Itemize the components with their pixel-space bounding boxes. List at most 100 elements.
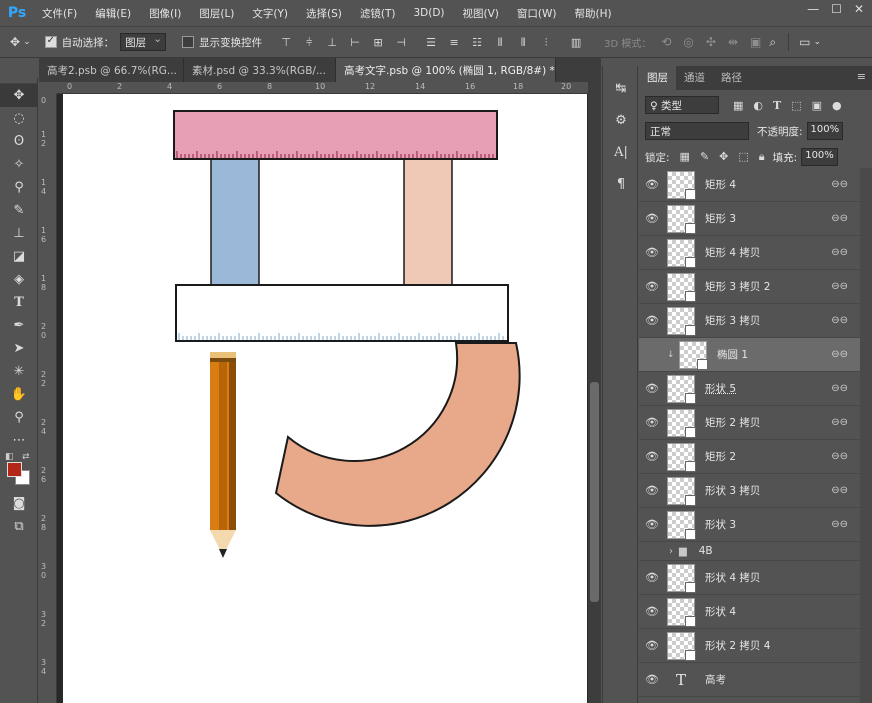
filter-shape-icon[interactable]: ⬚ bbox=[791, 99, 801, 112]
visibility-eye-icon[interactable]: 👁︎ bbox=[639, 280, 665, 293]
distribute-left-icon[interactable]: ⫴ bbox=[494, 36, 506, 49]
arc-shape[interactable] bbox=[274, 342, 521, 527]
paint-bucket-tool-icon[interactable]: ◈ bbox=[0, 268, 38, 291]
visibility-eye-icon[interactable]: 👁︎ bbox=[639, 178, 665, 191]
properties-panel-icon[interactable]: ⚙ bbox=[603, 104, 639, 136]
menu-type[interactable]: 文字(Y) bbox=[252, 6, 288, 21]
quick-mask-icon[interactable]: ◙ bbox=[0, 492, 38, 515]
align-left-icon[interactable]: ⊢ bbox=[349, 36, 361, 49]
lock-all-icon[interactable]: 🔒︎ bbox=[759, 150, 765, 164]
align-right-icon[interactable]: ⊣ bbox=[395, 36, 407, 49]
align-top-icon[interactable]: ⊤ bbox=[280, 36, 292, 49]
layer-row[interactable]: 👁︎ 形状 4 bbox=[639, 595, 860, 629]
ruler-corner[interactable] bbox=[39, 82, 57, 94]
default-colors-icon[interactable]: ◧ bbox=[5, 452, 14, 462]
panel-menu-icon[interactable]: ≡ bbox=[857, 70, 866, 83]
menu-edit[interactable]: 编辑(E) bbox=[95, 6, 131, 21]
doc-tab-sucai[interactable]: 素材.psd @ 33.3%(RGB/...× bbox=[184, 58, 336, 82]
menu-window[interactable]: 窗口(W) bbox=[517, 6, 557, 21]
3d-drag-icon[interactable]: ✣ bbox=[706, 35, 716, 49]
character-panel-icon[interactable]: A| bbox=[603, 136, 639, 168]
fill-input[interactable]: 100% bbox=[801, 148, 838, 166]
right-post-shape[interactable] bbox=[403, 157, 453, 287]
visibility-eye-icon[interactable]: 👁︎ bbox=[639, 571, 665, 584]
maximize-button[interactable]: ☐ bbox=[831, 2, 842, 16]
3d-rotate-icon[interactable]: ⟲ bbox=[661, 35, 671, 49]
layer-row[interactable]: 👁︎ 矩形 3 ⊖⊖ bbox=[639, 202, 860, 236]
blend-mode-select[interactable]: 正常 bbox=[645, 122, 749, 140]
horizontal-ruler[interactable]: 0 2 4 6 8 10 12 14 16 18 20 bbox=[57, 82, 588, 94]
lock-artboard-icon[interactable]: ⬚ bbox=[738, 150, 748, 164]
workspace-dropdown-icon[interactable]: ⌄ bbox=[813, 37, 821, 47]
top-ruler-shape[interactable] bbox=[173, 110, 498, 160]
filter-pixel-icon[interactable]: ▦ bbox=[733, 99, 743, 112]
visibility-eye-icon[interactable]: 👁︎ bbox=[639, 484, 665, 497]
visibility-eye-icon[interactable]: 👁︎ bbox=[639, 639, 665, 652]
canvas-vertical-scrollbar[interactable] bbox=[588, 82, 601, 703]
layer-row[interactable]: 👁︎ 形状 3 ⊖⊖ bbox=[639, 508, 860, 542]
menu-file[interactable]: 文件(F) bbox=[42, 6, 77, 21]
layer-row-selected[interactable]: ↓ 椭圆 1 ⊖⊖ bbox=[639, 338, 860, 372]
marquee-tool-icon[interactable]: ◌ bbox=[0, 107, 38, 130]
opacity-input[interactable]: 100% bbox=[806, 122, 844, 140]
menu-view[interactable]: 视图(V) bbox=[463, 6, 499, 21]
align-bottom-icon[interactable]: ⊥ bbox=[326, 36, 338, 49]
tab-channels[interactable]: 通道 bbox=[676, 66, 713, 90]
workspace-icon[interactable]: ▭ bbox=[799, 35, 810, 49]
screen-mode-icon[interactable]: ⧉ bbox=[0, 515, 38, 538]
filter-toggle-icon[interactable]: ● bbox=[832, 99, 842, 112]
auto-align-icon[interactable]: ▥ bbox=[570, 36, 582, 49]
stamp-tool-icon[interactable]: ⊥ bbox=[0, 222, 38, 245]
align-vcenter-icon[interactable]: ⫩ bbox=[303, 36, 315, 49]
layer-row[interactable]: 👁︎ 形状 2 拷贝 4 bbox=[639, 629, 860, 663]
more-tools-icon[interactable]: ⋯ bbox=[0, 429, 38, 452]
visibility-eye-icon[interactable]: 👁︎ bbox=[639, 314, 665, 327]
move-tool-icon[interactable]: ✥ bbox=[0, 84, 38, 107]
lock-position-icon[interactable]: ✥ bbox=[719, 150, 728, 164]
layer-row[interactable]: 👁︎ 矩形 4 ⊖⊖ bbox=[639, 168, 860, 202]
lasso-tool-icon[interactable]: ʘ bbox=[0, 130, 38, 153]
menu-help[interactable]: 帮助(H) bbox=[575, 6, 612, 21]
canvas-artwork[interactable] bbox=[63, 94, 587, 703]
hand-tool-icon[interactable]: ✋ bbox=[0, 383, 38, 406]
menu-select[interactable]: 选择(S) bbox=[306, 6, 342, 21]
filter-adjustment-icon[interactable]: ◐ bbox=[753, 99, 763, 112]
distribute-hcenter-icon[interactable]: ⦀ bbox=[517, 36, 529, 49]
distribute-top-icon[interactable]: ☰ bbox=[425, 36, 437, 49]
paragraph-panel-icon[interactable]: ¶ bbox=[603, 168, 639, 200]
shape-tool-icon[interactable]: ✳ bbox=[0, 360, 38, 383]
layer-row[interactable]: 👁︎ 矩形 3 拷贝 2 ⊖⊖ bbox=[639, 270, 860, 304]
search-icon[interactable]: ⌕ bbox=[769, 35, 776, 50]
3d-roll-icon[interactable]: ◎ bbox=[683, 35, 693, 49]
move-tool-icon[interactable]: ✥ bbox=[10, 35, 20, 49]
chevron-right-icon[interactable]: › bbox=[669, 546, 673, 557]
visibility-eye-icon[interactable]: 👁︎ bbox=[639, 416, 665, 429]
tab-layers[interactable]: 图层 bbox=[639, 66, 676, 90]
visibility-eye-icon[interactable]: 👁︎ bbox=[639, 605, 665, 618]
menu-image[interactable]: 图像(I) bbox=[149, 6, 181, 21]
distribute-vcenter-icon[interactable]: ≡ bbox=[448, 36, 460, 49]
visibility-eye-icon[interactable]: 👁︎ bbox=[639, 246, 665, 259]
visibility-eye-icon[interactable]: 👁︎ bbox=[639, 212, 665, 225]
layer-row[interactable]: 👁︎ 矩形 2 拷贝 ⊖⊖ bbox=[639, 406, 860, 440]
doc-tab-gaokao2[interactable]: 高考2.psb @ 66.7%(RG...× bbox=[39, 58, 184, 82]
visibility-eye-icon[interactable]: 👁︎ bbox=[639, 518, 665, 531]
bottom-ruler-shape[interactable] bbox=[175, 284, 509, 342]
left-post-shape[interactable] bbox=[210, 157, 260, 287]
foreground-color-swatch[interactable] bbox=[7, 462, 22, 477]
visibility-eye-icon[interactable]: 👁︎ bbox=[639, 450, 665, 463]
minimize-button[interactable]: — bbox=[807, 2, 819, 16]
layer-row[interactable]: 👁︎ 矩形 4 拷贝 ⊖⊖ bbox=[639, 236, 860, 270]
layer-row[interactable]: 👁︎ 矩形 3 拷贝 ⊖⊖ bbox=[639, 304, 860, 338]
brush-tool-icon[interactable]: ✎ bbox=[0, 199, 38, 222]
lock-pixels-icon[interactable]: ✎ bbox=[700, 150, 709, 164]
3d-slide-icon[interactable]: ⇹ bbox=[728, 35, 738, 49]
lock-transparent-icon[interactable]: ▦ bbox=[680, 150, 690, 164]
pencil-shape[interactable] bbox=[210, 352, 236, 558]
tab-paths[interactable]: 路径 bbox=[713, 66, 750, 90]
type-tool-icon[interactable]: T bbox=[0, 291, 38, 314]
vertical-ruler[interactable]: 0 1 2 1 4 1 6 1 8 2 0 2 2 2 4 2 6 2 8 3 … bbox=[39, 94, 57, 703]
swap-colors-icon[interactable]: ⇄ bbox=[22, 452, 30, 462]
layer-row[interactable]: 👁︎ 形状 3 拷贝 ⊖⊖ bbox=[639, 474, 860, 508]
path-selection-tool-icon[interactable]: ➤ bbox=[0, 337, 38, 360]
